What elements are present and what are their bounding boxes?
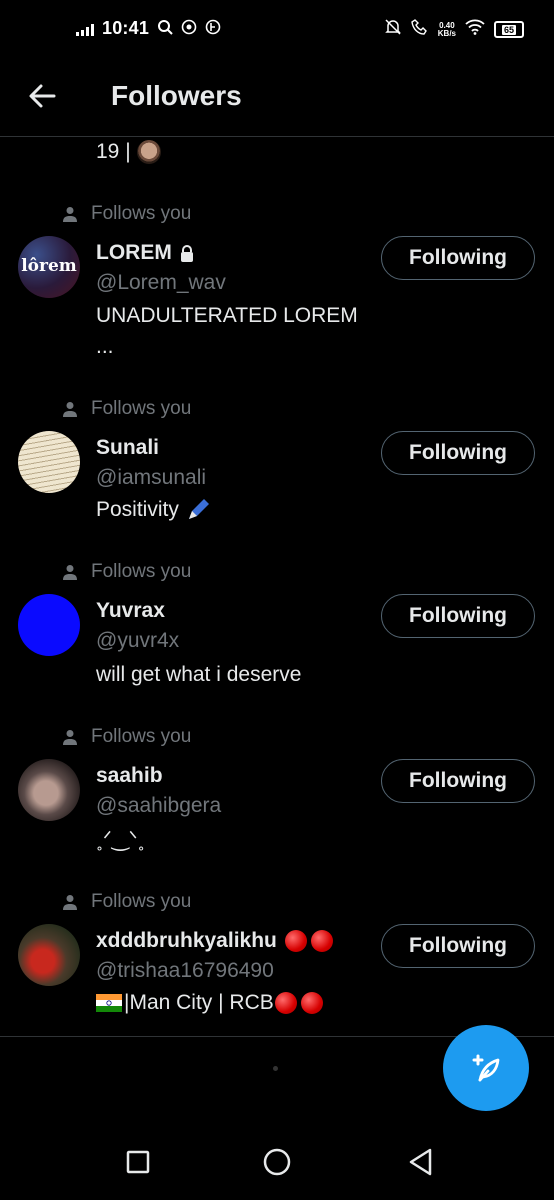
- follows-you-indicator: Follows you: [63, 203, 191, 225]
- handle[interactable]: @trishaa16796490: [96, 959, 274, 983]
- follows-you-indicator: Follows you: [63, 891, 191, 913]
- display-name[interactable]: xdddbruhkyalikhu: [96, 929, 333, 953]
- circle-nav-icon: [263, 1148, 291, 1176]
- red-circle-icon: [300, 992, 323, 1014]
- red-circle-icon: [310, 930, 333, 952]
- display-name[interactable]: saahib: [96, 764, 163, 788]
- follows-you-indicator: Follows you: [63, 561, 191, 583]
- page-title: Followers: [111, 80, 242, 111]
- network-speed: 0.40 KB/s: [437, 20, 456, 38]
- back-arrow-icon: [29, 84, 56, 108]
- system-nav-bar: [0, 1120, 554, 1200]
- app-status-icon: [205, 19, 221, 38]
- following-button[interactable]: Following: [381, 431, 535, 475]
- display-name[interactable]: Yuvrax: [96, 599, 165, 623]
- previous-bio-fragment: 19 |: [96, 140, 161, 164]
- avatar[interactable]: [18, 759, 80, 821]
- top-app-bar: Followers: [0, 60, 554, 137]
- display-name[interactable]: LOREM: [96, 241, 194, 265]
- wifi-icon: [465, 19, 485, 40]
- india-flag-icon: [96, 994, 122, 1012]
- recents-button[interactable]: [118, 1142, 158, 1182]
- mute-icon: [384, 18, 402, 41]
- handle[interactable]: @saahibgera: [96, 794, 221, 818]
- whatsapp-status-icon: [181, 19, 197, 38]
- person-icon: [63, 895, 77, 910]
- handle[interactable]: @iamsunali: [96, 466, 206, 490]
- search-status-icon: [157, 19, 173, 38]
- handle[interactable]: @Lorem_wav: [96, 271, 226, 295]
- following-button[interactable]: Following: [381, 594, 535, 638]
- status-bar: 10:41 0.40 KB/s 65: [0, 0, 554, 60]
- bio: ˳ᐟ‿ᐠ˳: [96, 828, 145, 851]
- bio: will get what i deserve: [96, 663, 302, 686]
- battery-icon: 65: [494, 21, 524, 38]
- following-button[interactable]: Following: [381, 924, 535, 968]
- compose-icon: [472, 1054, 500, 1082]
- home-button[interactable]: [257, 1142, 297, 1182]
- avatar[interactable]: [18, 924, 80, 986]
- square-nav-icon: [126, 1150, 150, 1174]
- face-emoji-icon: [136, 140, 161, 164]
- lock-icon: [180, 244, 193, 262]
- pen-icon: [188, 499, 209, 519]
- following-button[interactable]: Following: [381, 236, 535, 280]
- avatar[interactable]: lôrem: [18, 236, 80, 298]
- bio: Positivity: [96, 494, 211, 526]
- status-time: 10:41: [102, 18, 150, 38]
- red-circle-icon: [284, 930, 307, 952]
- avatar[interactable]: [18, 431, 80, 493]
- person-icon: [63, 565, 77, 580]
- following-button[interactable]: Following: [381, 759, 535, 803]
- scroll-indicator: [273, 1066, 278, 1071]
- person-icon: [63, 207, 77, 222]
- display-name[interactable]: Sunali: [96, 436, 159, 460]
- follows-you-indicator: Follows you: [63, 726, 191, 748]
- back-button[interactable]: [24, 78, 64, 114]
- signal-icon: [76, 22, 94, 36]
- triangle-nav-icon: [409, 1148, 432, 1176]
- back-nav-button[interactable]: [401, 1142, 441, 1182]
- bio: UNADULTERATED LOREM: [96, 304, 358, 327]
- follows-you-indicator: Follows you: [63, 398, 191, 420]
- bio-continuation: ...: [96, 335, 114, 358]
- person-icon: [63, 402, 77, 417]
- handle[interactable]: @yuvr4x: [96, 629, 179, 653]
- person-icon: [63, 730, 77, 745]
- bio: |Man City | RCB: [96, 987, 323, 1019]
- call-icon: [411, 18, 429, 41]
- compose-button[interactable]: [443, 1025, 529, 1111]
- red-circle-icon: [274, 992, 297, 1014]
- avatar[interactable]: [18, 594, 80, 656]
